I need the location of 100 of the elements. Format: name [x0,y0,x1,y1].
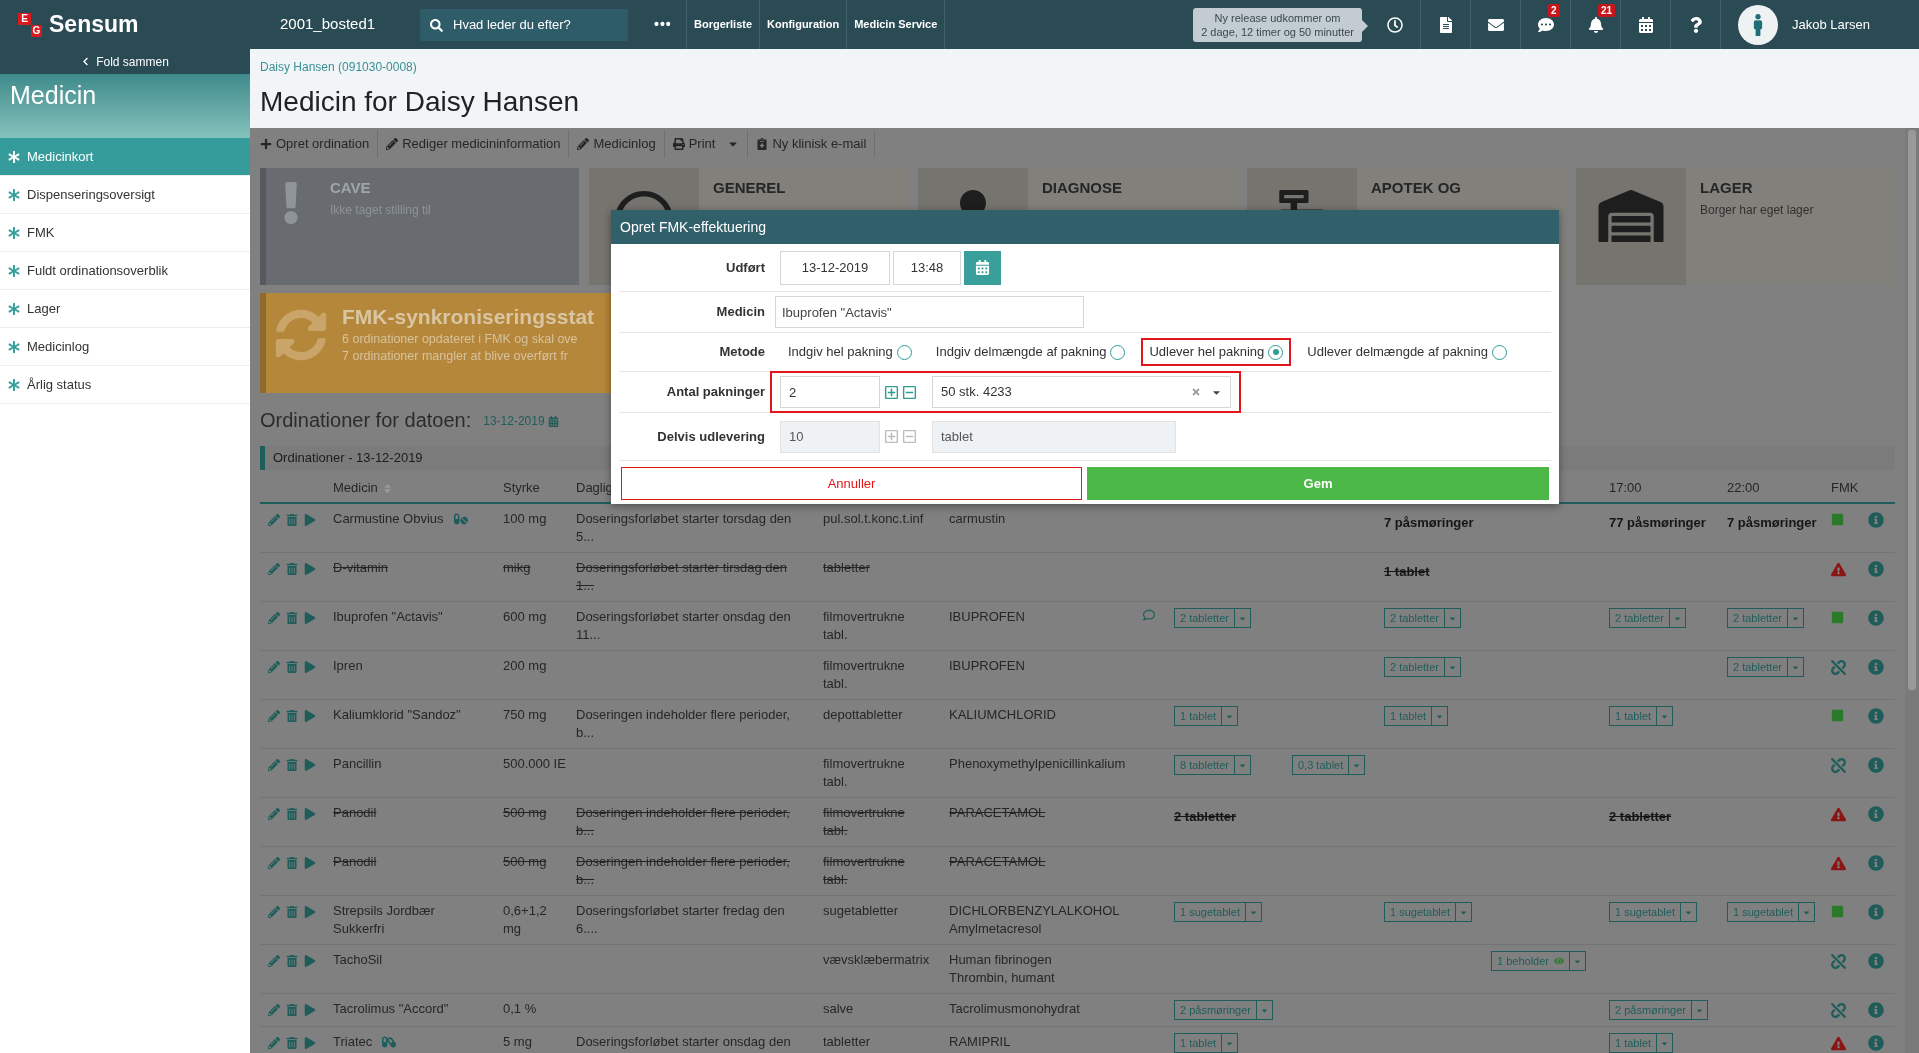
info-icon[interactable] [1868,610,1884,626]
play-icon[interactable] [304,1004,316,1016]
play-icon[interactable] [304,514,316,526]
radio-label[interactable]: Udlever delmængde af pakning [1307,342,1488,362]
toolbar-button[interactable]: Print [664,130,749,158]
play-icon[interactable] [304,955,316,967]
trash-icon[interactable] [286,857,298,869]
chat-icon[interactable] [1537,16,1554,33]
package-select[interactable]: 50 stk. 4233 [932,376,1231,408]
play-icon[interactable] [304,1037,316,1049]
info-icon[interactable] [1868,806,1884,822]
document-icon[interactable] [1437,16,1454,33]
info-icon[interactable] [1868,953,1884,969]
column-header: 22:00 [1727,480,1760,496]
table-cell-text: Doseringen indeholder flere perioder, b... [576,706,791,742]
more-menu[interactable]: ••• [654,14,686,35]
info-icon[interactable] [1868,659,1884,675]
info-icon[interactable] [1868,855,1884,871]
radio-label[interactable]: Indgiv hel pakning [788,342,893,362]
edit-icon[interactable] [268,661,280,673]
play-icon[interactable] [304,808,316,820]
edit-icon[interactable] [268,906,280,918]
toolbar-button[interactable]: Ny klinisk e-mail [748,130,876,158]
trash-icon[interactable] [286,759,298,771]
card-text: Borger har eget lager [1700,202,1814,219]
edit-icon[interactable] [268,955,280,967]
play-icon[interactable] [304,710,316,722]
play-icon[interactable] [304,563,316,575]
info-icon[interactable] [1868,1002,1884,1018]
edit-icon[interactable] [268,857,280,869]
edit-icon[interactable] [268,710,280,722]
edit-icon[interactable] [268,808,280,820]
trash-icon[interactable] [286,563,298,575]
info-icon[interactable] [1868,708,1884,724]
calendar-button[interactable] [964,250,1001,285]
table-cell-text: Doseringsforløbet starter tirsdag den 1... [576,559,788,595]
sort-icon[interactable] [381,482,393,494]
clock-icon[interactable] [1387,16,1403,33]
column-header: Styrke [503,479,540,498]
bell-icon[interactable] [1587,16,1604,33]
edit-icon[interactable] [268,563,280,575]
cancel-button[interactable]: Annuller [621,467,1082,500]
play-icon[interactable] [304,759,316,771]
warehouse-icon [1598,190,1664,242]
toolbar-button[interactable]: Opret ordination [252,130,379,158]
info-card[interactable]: LAGER Borger har eget lager [1576,168,1895,285]
save-button[interactable]: Gem [1087,467,1549,500]
info-icon[interactable] [1868,757,1884,773]
scrollbar-thumb[interactable] [1908,130,1916,690]
release-tooltip: Ny release udkommer om 2 dage, 12 timer og 50 minutter [1193,7,1362,42]
info-icon[interactable] [1868,512,1884,528]
panel-title: Ordinationer - 13-12-2019 [273,449,423,468]
calendar-icon[interactable] [1637,16,1654,33]
trash-icon[interactable] [286,906,298,918]
play-icon[interactable] [304,857,316,869]
trash-icon[interactable] [286,955,298,967]
edit-icon[interactable] [268,1004,280,1016]
edit-icon[interactable] [268,612,280,624]
table-cell-text: 500 mg [503,853,548,871]
count-field[interactable]: 2 [780,376,880,408]
play-icon[interactable] [304,661,316,673]
avatar[interactable] [1738,4,1778,45]
table-cell-text: filmovertrukne tabl. [823,608,906,644]
edit-icon[interactable] [268,1037,280,1049]
toolbar-button[interactable]: Medicinlog [569,130,665,158]
breadcrumb-link[interactable]: Daisy Hansen (091030-0008) [260,60,417,74]
column-header[interactable]: Medicin [333,478,378,498]
search-field[interactable]: Hvad leder du efter? [420,8,628,41]
table-cell-text: IBUPROFEN [949,608,1026,626]
trash-icon[interactable] [286,1037,298,1049]
info-icon[interactable] [1868,561,1884,577]
chevron-left-icon [81,57,91,66]
table-cell: Triatec [333,1033,373,1051]
play-icon[interactable] [304,906,316,918]
user-name[interactable]: Jakob Larsen [1792,14,1871,35]
trash-icon[interactable] [286,1004,298,1016]
sidebar-item[interactable]: Medicinkort [0,138,250,176]
medicine-field[interactable]: Ibuprofen "Actavis" [775,296,1084,328]
edit-icon[interactable] [268,514,280,526]
time-field[interactable]: 13:48 [893,250,961,285]
trash-icon[interactable] [286,514,298,526]
comment-icon[interactable] [1143,609,1155,621]
info-icon[interactable] [1868,1035,1884,1051]
mail-icon[interactable] [1487,16,1504,33]
radio-label[interactable]: Indgiv delmængde af pakning [935,342,1107,362]
trash-icon[interactable] [286,612,298,624]
info-icon[interactable] [1868,904,1884,920]
date-field[interactable]: 13-12-2019 [780,250,890,285]
edit-icon[interactable] [268,759,280,771]
trash-icon[interactable] [286,808,298,820]
trash-icon[interactable] [286,661,298,673]
plus-icon[interactable] [884,384,899,400]
table-cell-text: Tacrolimusmonohydrat [949,1000,1081,1018]
clear-icon[interactable] [1191,387,1201,397]
trash-icon[interactable] [286,710,298,722]
table-cell: TachoSil [333,951,383,969]
plus-icon [260,138,272,150]
play-icon[interactable] [304,612,316,624]
toolbar-button[interactable]: Rediger medicininformation [378,130,570,158]
minus-icon[interactable] [902,384,917,400]
